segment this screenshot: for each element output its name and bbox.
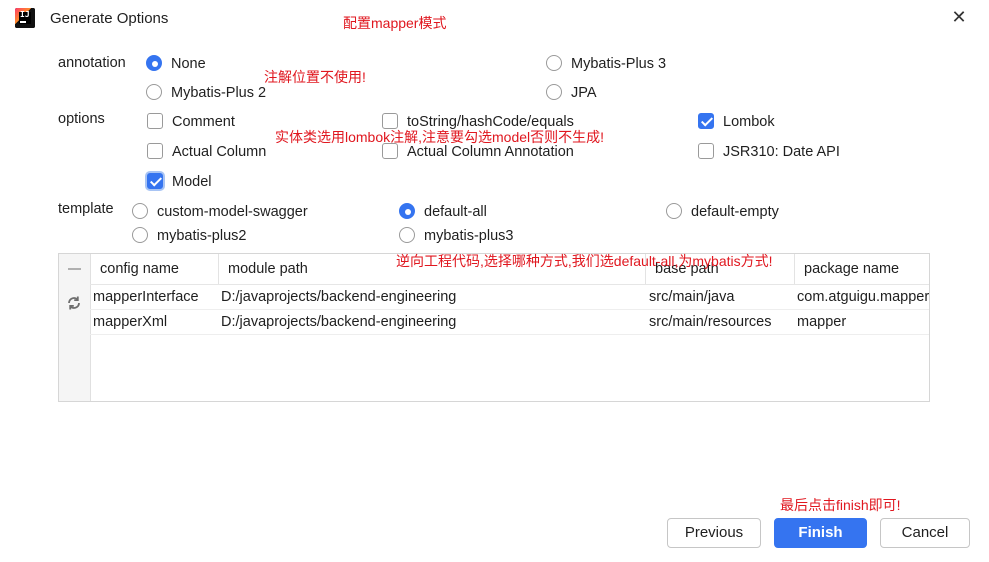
radio-annotation-mybatis-plus-2[interactable] — [146, 84, 162, 100]
checkbox-jsr310-label: JSR310: Date API — [723, 144, 840, 160]
radio-annotation-jpa-label: JPA — [571, 85, 597, 101]
note-annotation: 注解位置不使用! — [264, 69, 366, 85]
table-cell-module-path[interactable]: D:/javaprojects/backend-engineering — [221, 310, 641, 335]
checkbox-actual-column-annotation-label: Actual Column Annotation — [407, 144, 574, 160]
options-label: options — [58, 111, 105, 127]
radio-template-mybatis-plus3-label: mybatis-plus3 — [424, 228, 514, 244]
radio-annotation-jpa[interactable] — [546, 84, 562, 100]
table-cell-config-name[interactable]: mapperXml — [93, 310, 216, 335]
radio-template-default-empty-label: default-empty — [691, 204, 779, 220]
radio-template-mybatis-plus2-label: mybatis-plus2 — [157, 228, 247, 244]
note-template: 逆向工程代码,选择哪种方式,我们选default-all,为mybatis方式! — [396, 253, 773, 269]
row-divider — [90, 334, 929, 335]
radio-template-custom-model-swagger[interactable] — [132, 203, 148, 219]
radio-template-default-empty[interactable] — [666, 203, 682, 219]
radio-template-default-all[interactable] — [399, 203, 415, 219]
table-cell-base-path[interactable]: src/main/java — [649, 285, 791, 310]
checkbox-actual-column[interactable] — [147, 143, 163, 159]
radio-annotation-mybatis-plus-3[interactable] — [546, 55, 562, 71]
previous-button[interactable]: Previous — [667, 518, 761, 548]
radio-template-mybatis-plus2[interactable] — [132, 227, 148, 243]
refresh-icon[interactable] — [65, 294, 83, 312]
table-toolbar — [59, 254, 91, 401]
finish-button[interactable]: Finish — [774, 518, 867, 548]
note-mode: 配置mapper模式 — [343, 15, 447, 31]
note-finish: 最后点击finish即可! — [780, 497, 901, 513]
checkbox-lombok[interactable] — [698, 113, 714, 129]
column-header-config-name[interactable]: config name — [100, 254, 215, 284]
table-cell-package-name[interactable]: mapper — [797, 310, 929, 335]
table-cell-base-path[interactable]: src/main/resources — [649, 310, 791, 335]
template-label: template — [58, 201, 114, 217]
radio-annotation-none-label: None — [171, 56, 206, 72]
close-icon[interactable]: ✕ — [948, 6, 970, 28]
checkbox-actual-column-annotation[interactable] — [382, 143, 398, 159]
table-cell-config-name[interactable]: mapperInterface — [93, 285, 216, 310]
checkbox-model[interactable] — [147, 173, 163, 189]
column-divider — [794, 254, 795, 284]
checkbox-lombok-label: Lombok — [723, 114, 775, 130]
table-cell-package-name[interactable]: com.atguigu.mapper — [797, 285, 929, 310]
radio-annotation-none[interactable] — [146, 55, 162, 71]
cancel-button[interactable]: Cancel — [880, 518, 970, 548]
column-divider — [218, 254, 219, 284]
checkbox-actual-column-label: Actual Column — [172, 144, 267, 160]
minus-icon[interactable] — [68, 262, 81, 276]
annotation-label: annotation — [58, 55, 126, 71]
table-cell-module-path[interactable]: D:/javaprojects/backend-engineering — [221, 285, 641, 310]
checkbox-comment-label: Comment — [172, 114, 235, 130]
radio-template-default-all-label: default-all — [424, 204, 487, 220]
intellij-app-icon: IJ — [15, 8, 35, 28]
column-header-package-name[interactable]: package name — [804, 254, 928, 284]
radio-template-mybatis-plus3[interactable] — [399, 227, 415, 243]
radio-annotation-mybatis-plus-3-label: Mybatis-Plus 3 — [571, 56, 667, 72]
radio-annotation-mybatis-plus-2-label: Mybatis-Plus 2 — [171, 85, 267, 101]
checkbox-model-label: Model — [172, 174, 212, 190]
radio-template-custom-model-swagger-label: custom-model-swagger — [157, 204, 308, 220]
checkbox-jsr310[interactable] — [698, 143, 714, 159]
dialog-title: Generate Options — [50, 10, 169, 27]
checkbox-comment[interactable] — [147, 113, 163, 129]
